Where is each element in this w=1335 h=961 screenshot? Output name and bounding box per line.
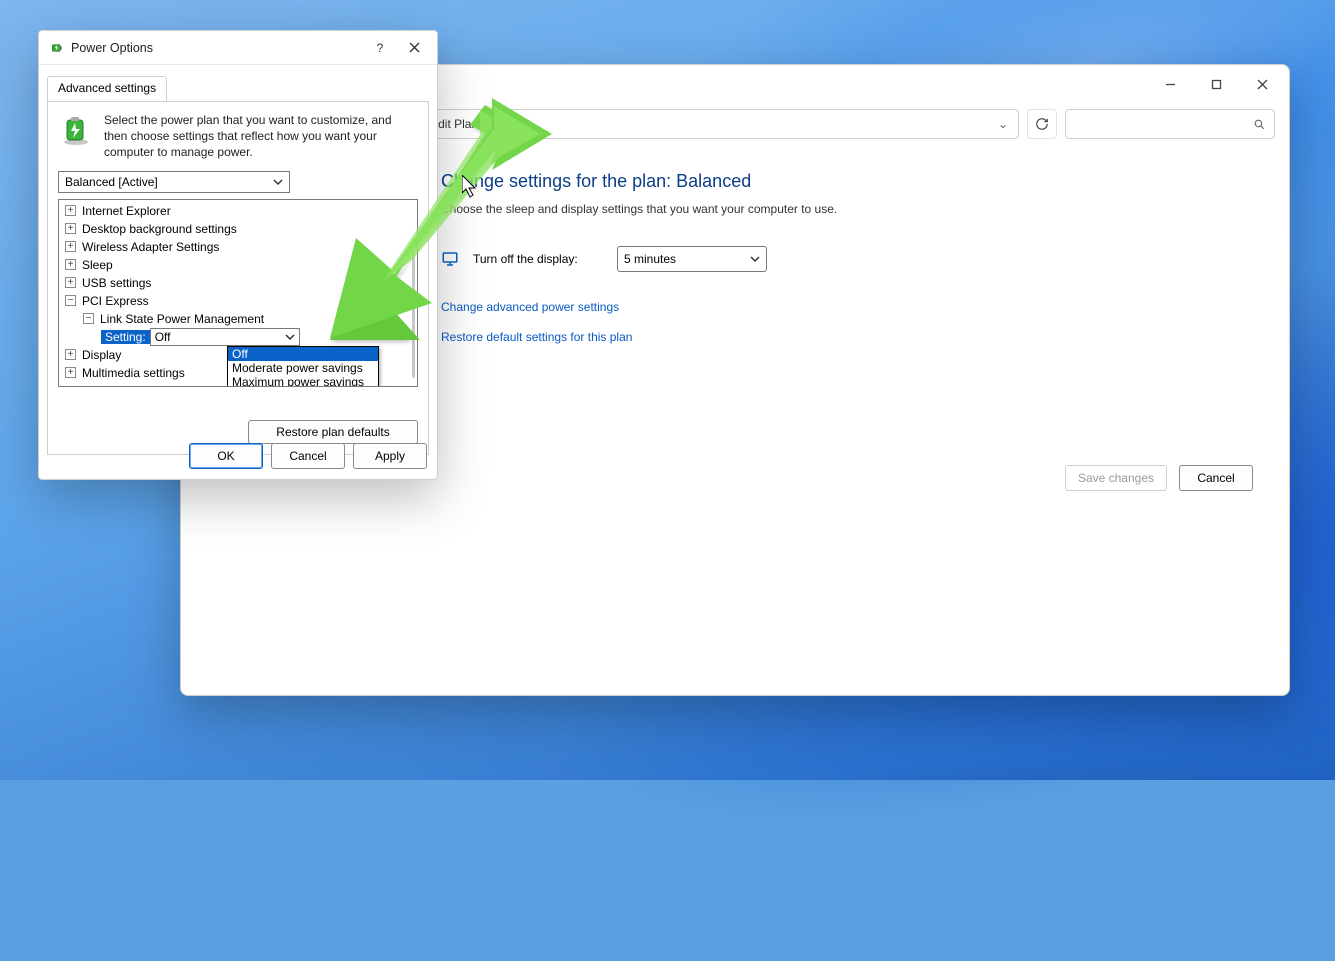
tree-node-label: Desktop background settings xyxy=(82,222,237,236)
dialog-title: Power Options xyxy=(71,41,363,55)
tree-node-label: USB settings xyxy=(82,276,151,290)
expand-icon[interactable]: + xyxy=(65,367,76,378)
expand-icon[interactable]: + xyxy=(65,259,76,270)
tree-node-label: Sleep xyxy=(82,258,113,272)
expand-icon[interactable]: + xyxy=(65,223,76,234)
tree-node-label: Internet Explorer xyxy=(82,204,171,218)
maximize-button[interactable] xyxy=(1193,68,1239,100)
dropdown-option-moderate[interactable]: Moderate power savings xyxy=(228,361,378,375)
dialog-panel: Select the power plan that you want to c… xyxy=(47,101,429,455)
tree-scrollbar[interactable] xyxy=(412,250,415,378)
dialog-intro: Select the power plan that you want to c… xyxy=(58,112,418,161)
dialog-intro-text: Select the power plan that you want to c… xyxy=(104,112,418,161)
breadcrumb-dropdown-icon[interactable]: ⌄ xyxy=(998,117,1008,131)
change-advanced-link[interactable]: Change advanced power settings xyxy=(441,300,1253,314)
search-input[interactable] xyxy=(1065,109,1275,139)
dialog-close-button[interactable] xyxy=(397,33,431,63)
page-title: Change settings for the plan: Balanced xyxy=(441,171,1253,192)
power-options-dialog: Power Options ? Advanced settings Select… xyxy=(38,30,438,480)
display-icon xyxy=(441,250,459,268)
search-icon xyxy=(1253,118,1266,131)
footer-buttons: Save changes Cancel xyxy=(1065,465,1253,491)
chevron-down-icon xyxy=(750,254,760,264)
settings-tree[interactable]: + Internet Explorer + Desktop background se… xyxy=(58,199,418,387)
tree-node[interactable]: + Internet Explorer xyxy=(59,202,417,220)
minimize-button[interactable] xyxy=(1147,68,1193,100)
save-changes-button[interactable]: Save changes xyxy=(1065,465,1167,491)
tree-node-label: Wireless Adapter Settings xyxy=(82,240,219,254)
chevron-down-icon xyxy=(285,332,295,342)
tree-node[interactable]: + Sleep xyxy=(59,256,417,274)
close-button[interactable] xyxy=(1239,68,1285,100)
turn-off-display-value: 5 minutes xyxy=(624,252,676,266)
expand-icon[interactable]: + xyxy=(65,277,76,288)
link-state-dropdown[interactable]: Off Moderate power savings Maximum power… xyxy=(227,346,379,387)
help-button[interactable]: ? xyxy=(363,33,397,63)
tree-node-label: PCI Express xyxy=(82,294,149,308)
collapse-icon[interactable]: − xyxy=(65,295,76,306)
dialog-titlebar: Power Options ? xyxy=(39,31,437,65)
tree-node[interactable]: −PCI Express xyxy=(59,292,417,310)
restore-defaults-link[interactable]: Restore default settings for this plan xyxy=(441,330,1253,344)
dialog-buttons: OK Cancel Apply xyxy=(189,443,427,469)
breadcrumb-item[interactable]: Edit Plan Settings xyxy=(430,117,525,131)
dialog-tabs: Advanced settings xyxy=(39,65,437,101)
dialog-cancel-button[interactable]: Cancel xyxy=(271,443,345,469)
collapse-icon[interactable]: − xyxy=(83,313,94,324)
turn-off-display-label: Turn off the display: xyxy=(473,252,603,266)
tree-node-label: Link State Power Management xyxy=(100,312,264,326)
battery-large-icon xyxy=(58,112,94,148)
battery-icon xyxy=(49,40,65,56)
cancel-button[interactable]: Cancel xyxy=(1179,465,1253,491)
tree-node-label: Multimedia settings xyxy=(82,366,185,380)
dropdown-option-off[interactable]: Off xyxy=(228,347,378,361)
setting-value-select[interactable]: Off xyxy=(150,328,300,346)
expand-icon[interactable]: + xyxy=(65,205,76,216)
tree-node-label: Display xyxy=(82,348,121,362)
tree-node[interactable]: −Link State Power Management xyxy=(59,310,417,328)
tree-node[interactable]: + Wireless Adapter Settings xyxy=(59,238,417,256)
ok-button[interactable]: OK xyxy=(189,443,263,469)
restore-plan-defaults-button[interactable]: Restore plan defaults xyxy=(248,420,418,444)
refresh-button[interactable] xyxy=(1027,109,1057,139)
tree-node[interactable]: + Desktop background settings xyxy=(59,220,417,238)
apply-button[interactable]: Apply xyxy=(353,443,427,469)
setting-label: Setting: xyxy=(101,330,150,344)
tree-node[interactable]: + USB settings xyxy=(59,274,417,292)
turn-off-display-row: Turn off the display: 5 minutes xyxy=(441,246,1253,272)
dropdown-option-maximum[interactable]: Maximum power savings xyxy=(228,375,378,387)
chevron-down-icon xyxy=(273,177,283,187)
power-plan-select[interactable]: Balanced [Active] xyxy=(58,171,290,193)
expand-icon[interactable]: + xyxy=(65,241,76,252)
page-subtext: Choose the sleep and display settings th… xyxy=(441,202,1253,216)
setting-value: Off xyxy=(155,330,171,344)
tree-node[interactable]: Setting: Off xyxy=(59,328,417,346)
tab-advanced-settings[interactable]: Advanced settings xyxy=(47,76,167,102)
turn-off-display-select[interactable]: 5 minutes xyxy=(617,246,767,272)
expand-icon[interactable]: + xyxy=(65,349,76,360)
power-plan-value: Balanced [Active] xyxy=(65,175,158,189)
